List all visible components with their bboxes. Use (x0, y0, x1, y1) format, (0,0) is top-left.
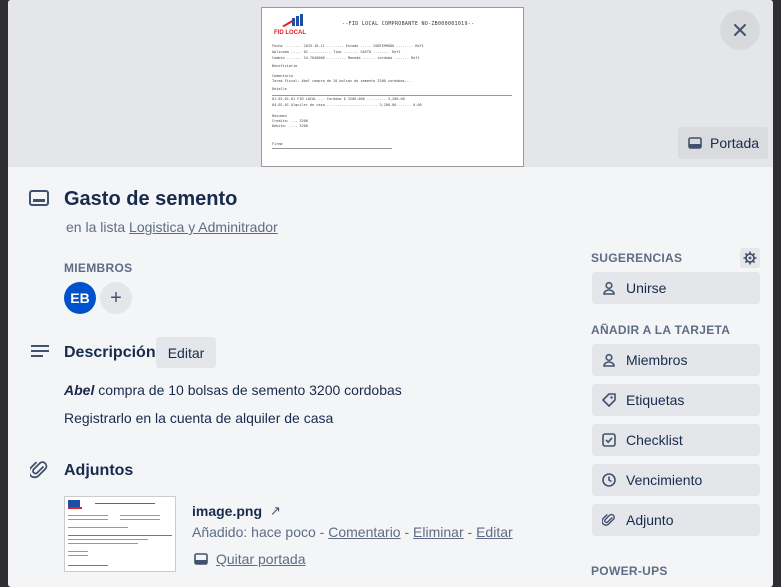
cover-image[interactable]: FID LOCAL --FID LOCAL COMPROBANTE NO-ZB0… (261, 7, 524, 167)
avatar[interactable]: EB (64, 282, 96, 314)
description-rest: compra de 10 bolsas de semento 3200 cord… (94, 382, 402, 398)
separator: - (315, 524, 329, 540)
card-icon (29, 190, 49, 206)
doc-row: Resumen (272, 114, 287, 118)
doc-row: Comentario (272, 74, 294, 78)
attachment-button-label: Adjunto (626, 512, 674, 528)
attachment-meta: Añadido: hace poco - Comentario - Elimin… (192, 524, 513, 540)
attachment-thumbnail[interactable] (64, 496, 176, 572)
thumbnail-preview (68, 500, 172, 566)
attachment-button[interactable]: Adjunto (592, 504, 760, 536)
person-icon (603, 353, 615, 367)
powerups-label: POWER-UPS (591, 564, 668, 578)
doc-row: Firma (272, 142, 283, 146)
doc-row: Debito: .... 3200 (272, 124, 308, 128)
separator: - (463, 524, 477, 540)
comment-link[interactable]: Comentario (328, 524, 400, 540)
doc-row: 04-02-01 Alquiler de casa ..............… (272, 103, 422, 107)
close-icon (734, 24, 746, 36)
doc-row: Aplicado ..... 01 .......... Tipo ......… (272, 50, 401, 54)
card-icon (194, 553, 208, 565)
fid-local-logo: FID LOCAL (274, 14, 306, 36)
clock-icon (602, 473, 616, 487)
close-button[interactable] (720, 10, 760, 50)
description-text-2[interactable]: Registrarlo en la cuenta de alquiler de … (64, 410, 333, 426)
doc-divider (272, 95, 512, 96)
remove-cover-link[interactable]: Quitar portada (194, 551, 306, 567)
person-icon (603, 281, 615, 295)
add-member-button[interactable]: + (100, 282, 132, 314)
doc-row: Beneficiario (272, 64, 298, 68)
logo-text: FID LOCAL (274, 30, 306, 36)
doc-row: Cambio ....... 34.7040000 ......... Mone… (272, 56, 420, 60)
label-tag-icon (602, 393, 616, 407)
doc-row: Tarea Fiscal: Abel compra de 10 bolsas d… (272, 79, 412, 83)
suggestions-label: SUGERENCIAS (591, 251, 683, 265)
checkbox-icon (602, 433, 616, 447)
card-title[interactable]: Gasto de semento (64, 188, 237, 211)
join-label: Unirse (626, 280, 667, 296)
description-bold: Abel (64, 382, 95, 398)
members-label: MIEMBROS (64, 261, 133, 275)
doc-title: --FID LOCAL COMPROBANTE NO-ZB000001019-- (342, 21, 475, 27)
suggestions-settings-button[interactable] (740, 248, 760, 268)
card-detail-modal: FID LOCAL --FID LOCAL COMPROBANTE NO-ZB0… (8, 0, 773, 587)
gear-icon (743, 251, 757, 265)
card-icon (688, 137, 702, 149)
cover-button-label: Portada (710, 135, 760, 151)
add-to-card-label: AÑADIR A LA TARJETA (591, 323, 731, 337)
signature-line (272, 148, 392, 149)
attachment-added: Añadido: hace poco (192, 524, 316, 540)
edit-link[interactable]: Editar (476, 524, 513, 540)
doc-row: Detalle (272, 87, 287, 91)
separator: - (400, 524, 414, 540)
description-icon (31, 345, 49, 357)
remove-cover-label: Quitar portada (216, 551, 306, 567)
doc-row: 01-01-01-01 FID LOCAL ... Cordoba $ 3200… (272, 97, 405, 101)
open-external-icon[interactable]: ↗ (270, 503, 281, 519)
join-button[interactable]: Unirse (592, 272, 760, 304)
due-date-button-label: Vencimiento (626, 472, 703, 488)
list-link[interactable]: Logistica y Adminitrador (129, 219, 278, 235)
attachments-title: Adjuntos (64, 462, 134, 479)
members-button[interactable]: Miembros (592, 344, 760, 376)
checklist-button-label: Checklist (626, 432, 683, 448)
doc-row: Credito: ... 3200 (272, 119, 308, 123)
description-text[interactable]: Abel compra de 10 bolsas de semento 3200… (64, 382, 402, 398)
list-prefix: en la lista (66, 219, 126, 235)
plus-icon: + (110, 286, 122, 309)
members-button-label: Miembros (626, 352, 688, 368)
due-date-button[interactable]: Vencimiento (592, 464, 760, 496)
paperclip-icon (30, 461, 48, 479)
attachment-name[interactable]: image.png (192, 503, 262, 519)
description-title: Descripción (64, 344, 156, 361)
paperclip-icon (602, 513, 615, 526)
delete-link[interactable]: Eliminar (413, 524, 464, 540)
edit-description-button[interactable]: Editar (156, 337, 216, 368)
cover-button[interactable]: Portada (678, 127, 768, 159)
card-cover: FID LOCAL --FID LOCAL COMPROBANTE NO-ZB0… (8, 0, 773, 167)
doc-row: Fecha ........ 2019-10-11 ........ Estad… (272, 44, 424, 48)
list-breadcrumb: en la lista Logistica y Adminitrador (66, 219, 278, 235)
labels-button-label: Etiquetas (626, 392, 685, 408)
labels-button[interactable]: Etiquetas (592, 384, 760, 416)
checklist-button[interactable]: Checklist (592, 424, 760, 456)
